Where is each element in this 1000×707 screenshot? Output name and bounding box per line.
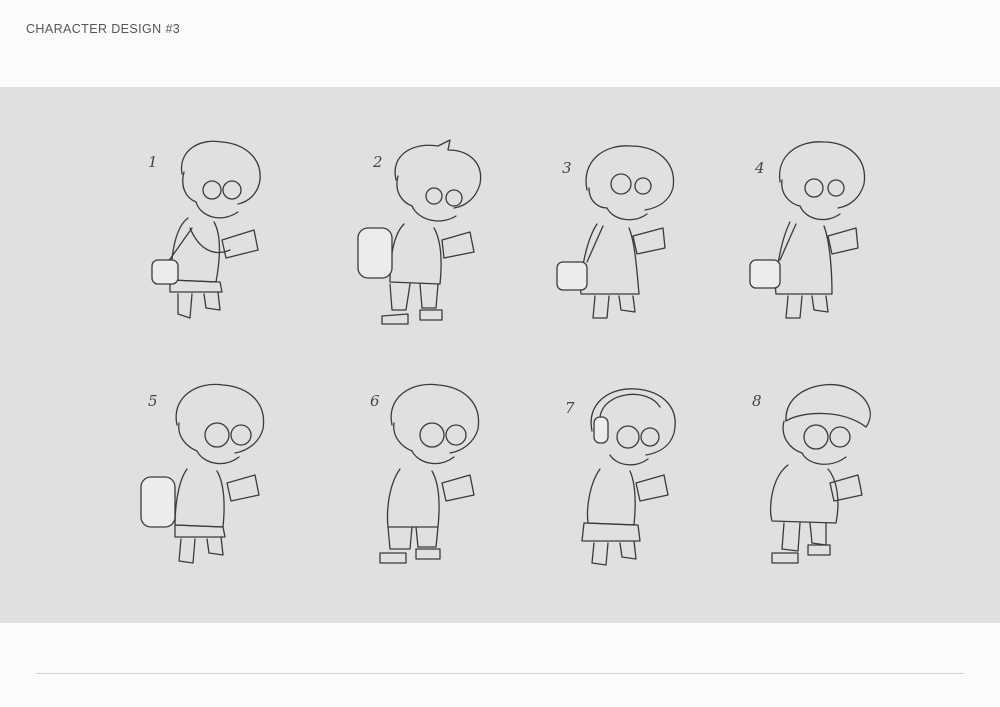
character-sketch-7 <box>548 377 728 587</box>
character-sketch-8 <box>742 377 922 587</box>
character-sketch-5 <box>135 377 315 587</box>
character-sketch-3 <box>545 132 725 342</box>
character-sketch-1 <box>130 132 310 342</box>
character-sketch-2 <box>350 132 530 342</box>
character-sketch-6 <box>350 377 530 587</box>
character-sketch-4 <box>740 132 920 342</box>
sketch-sheet: 1 2 3 4 5 6 7 8 <box>0 87 1000 623</box>
page-title: CHARACTER DESIGN #3 <box>26 22 181 36</box>
footer-divider <box>36 673 964 674</box>
